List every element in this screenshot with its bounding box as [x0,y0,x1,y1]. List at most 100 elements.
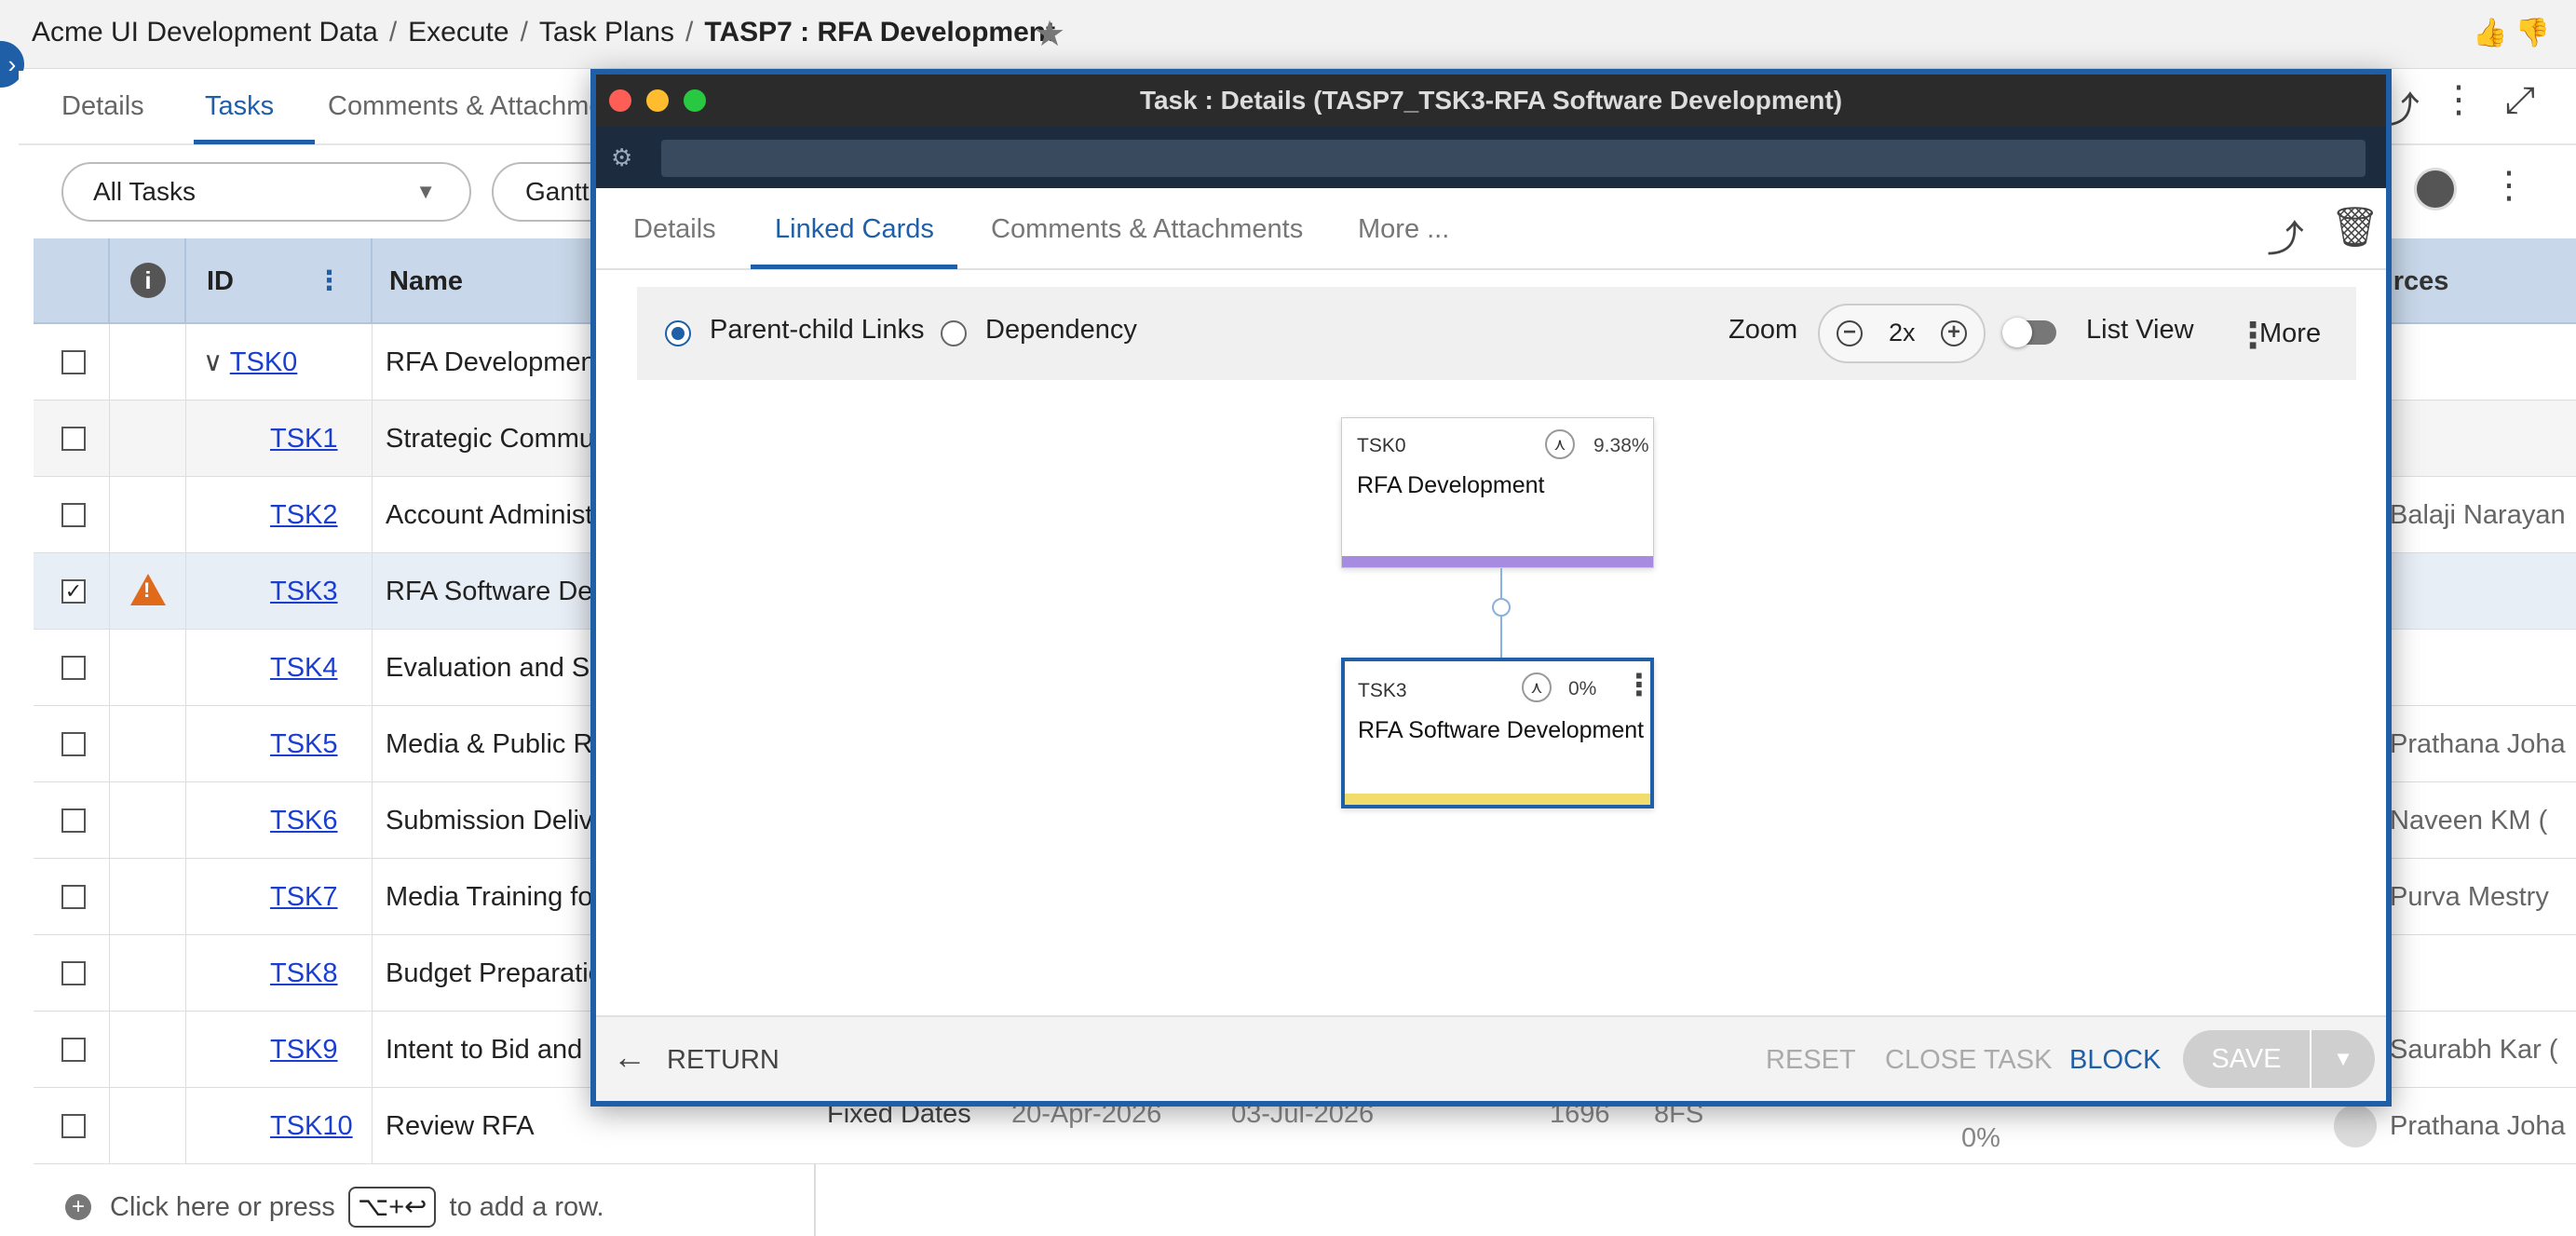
select-cell [34,935,110,1012]
breadcrumb: Acme UI Development Data / Execute / Task Pl… [32,17,1055,48]
select-cell [34,1088,110,1164]
task-id-link[interactable]: TSK5 [270,729,338,759]
task-filter-dropdown[interactable]: All Tasks ▼ [61,162,471,222]
header-resources[interactable]: urces [2377,238,2576,324]
block-button[interactable]: BLOCK [2069,1045,2161,1076]
info-cell [110,935,186,1012]
id-cell: TSK4 [186,630,373,706]
more-vertical-icon[interactable]: ⋮ [2440,78,2477,121]
task-id-link[interactable]: TSK4 [270,653,338,683]
add-row-hint[interactable]: + Click here or press ⌥+↩ to add a row. [34,1170,816,1236]
linked-card-parent[interactable]: TSK0 ⋏ 9.38% RFA Development [1341,417,1654,568]
task-id-link[interactable]: TSK6 [270,806,338,835]
breadcrumb-separator: / [520,17,528,48]
expand-icon[interactable]: ⤢ [2505,80,2535,122]
more-vertical-icon[interactable]: ⋮ [2490,164,2528,207]
row-checkbox[interactable] [61,885,86,909]
breadcrumb-item[interactable]: Execute [408,17,508,48]
row-checkbox[interactable] [61,732,86,756]
row-checkbox[interactable] [61,1038,86,1062]
chevron-down-icon[interactable]: ▼ [2312,1030,2375,1088]
task-id-link[interactable]: TSK0 [230,347,298,377]
star-icon[interactable]: ★ [1034,13,1065,55]
task-id-link[interactable]: TSK2 [270,500,338,530]
row-checkbox[interactable] [61,1114,86,1138]
radio-dependency-label[interactable]: Dependency [985,315,1137,346]
header-id[interactable]: ID ⋮ [186,238,373,324]
row-checkbox[interactable] [61,427,86,451]
select-cell [34,324,110,401]
tab-tasks[interactable]: Tasks [205,91,274,122]
share-icon[interactable]: ⤴ [2267,209,2304,263]
task-id-link[interactable]: TSK7 [270,882,338,912]
row-checkbox[interactable] [61,503,86,527]
select-cell [34,401,110,477]
id-cell: TSK5 [186,706,373,782]
task-id-link[interactable]: TSK10 [270,1111,353,1141]
avatar[interactable] [2414,168,2457,211]
radio-dependency[interactable] [941,320,967,346]
tab-details[interactable]: Details [633,214,716,245]
tab-linked-cards[interactable]: Linked Cards [775,214,934,245]
row-checkbox[interactable] [61,808,86,833]
chevron-down-icon[interactable]: ∨ [203,347,230,377]
radio-parent-child-label[interactable]: Parent-child Links [710,315,925,346]
task-id-link[interactable]: TSK8 [270,958,338,988]
zoom-label: Zoom [1729,315,1798,345]
zoom-in-icon[interactable]: + [1941,320,1967,346]
more-menu[interactable]: More [2259,319,2321,349]
info-cell [110,630,186,706]
save-split-button: SAVE ▼ [2183,1030,2375,1088]
row-checkbox[interactable] [61,350,86,374]
list-view-toggle[interactable] [2002,318,2056,347]
tab-comments-attachments[interactable]: Comments & Attachme [328,91,604,122]
tab-more[interactable]: More ... [1358,214,1449,245]
trash-icon[interactable]: 🗑 [2330,205,2379,251]
thumbs-up-icon[interactable]: 👍 [2473,18,2507,48]
tab-details[interactable]: Details [61,91,144,122]
breadcrumb-item[interactable]: Task Plans [539,17,674,48]
id-cell: TSK1 [186,401,373,477]
row-checkbox[interactable] [61,961,86,985]
modal-address-bar: ⚙ [596,127,2386,188]
chevron-down-icon: ▼ [415,180,436,203]
row-checkbox[interactable] [61,656,86,680]
more-vertical-icon[interactable]: ⋮ [316,238,343,324]
return-button[interactable]: RETURN [667,1045,780,1076]
resource-cell[interactable]: Balaji Narayan [2390,477,2576,553]
breadcrumb-item[interactable]: Acme UI Development Data [32,17,378,48]
resource-cell[interactable]: Prathana Joha [2390,1088,2576,1164]
card-link-line [1500,568,1502,665]
modal-footer: ← RETURN RESET CLOSE TASK BLOCK SAVE ▼ [596,1015,2386,1101]
info-cell [110,859,186,935]
resource-cell[interactable]: Prathana Joha [2390,706,2576,782]
info-cell [110,324,186,401]
breadcrumb-current: TASP7 : RFA Development [704,17,1056,48]
address-field[interactable] [661,140,2366,177]
card-id: TSK0 [1357,435,1406,456]
linked-cards-toolbar: Parent-child Links Dependency Zoom − 2x … [637,287,2356,380]
info-cell [110,1088,186,1164]
close-task-button[interactable]: CLOSE TASK [1885,1045,2052,1076]
task-id-link[interactable]: TSK9 [270,1035,338,1065]
linked-card-current[interactable]: TSK3 ⋏ 0% ⋮ RFA Software Development [1341,658,1654,808]
id-cell: TSK6 [186,782,373,859]
top-bar: › Acme UI Development Data / Execute / Task … [0,0,2576,88]
resource-cell[interactable]: Purva Mestry [2390,859,2576,935]
more-vertical-icon[interactable]: ⋮ [1624,667,1654,702]
save-button[interactable]: SAVE [2183,1030,2310,1088]
resource-cell[interactable]: Naveen KM ( [2390,782,2576,859]
arrow-left-icon[interactable]: ← [613,1038,646,1077]
row-checkbox[interactable]: ✓ [61,579,86,604]
reset-button[interactable]: RESET [1766,1045,1856,1076]
settings-icon[interactable]: ⚙ [611,143,641,171]
resource-cell[interactable]: Saurabh Kar ( [2390,1012,2576,1088]
thumbs-down-icon[interactable]: 👎 [2515,18,2550,48]
task-id-link[interactable]: TSK3 [270,577,338,606]
radio-parent-child[interactable] [665,320,691,346]
warning-icon[interactable]: ! [130,574,166,605]
tab-comments-attachments[interactable]: Comments & Attachments [991,214,1303,245]
zoom-out-icon[interactable]: − [1837,320,1863,346]
id-cell: TSK2 [186,477,373,553]
task-id-link[interactable]: TSK1 [270,424,338,454]
